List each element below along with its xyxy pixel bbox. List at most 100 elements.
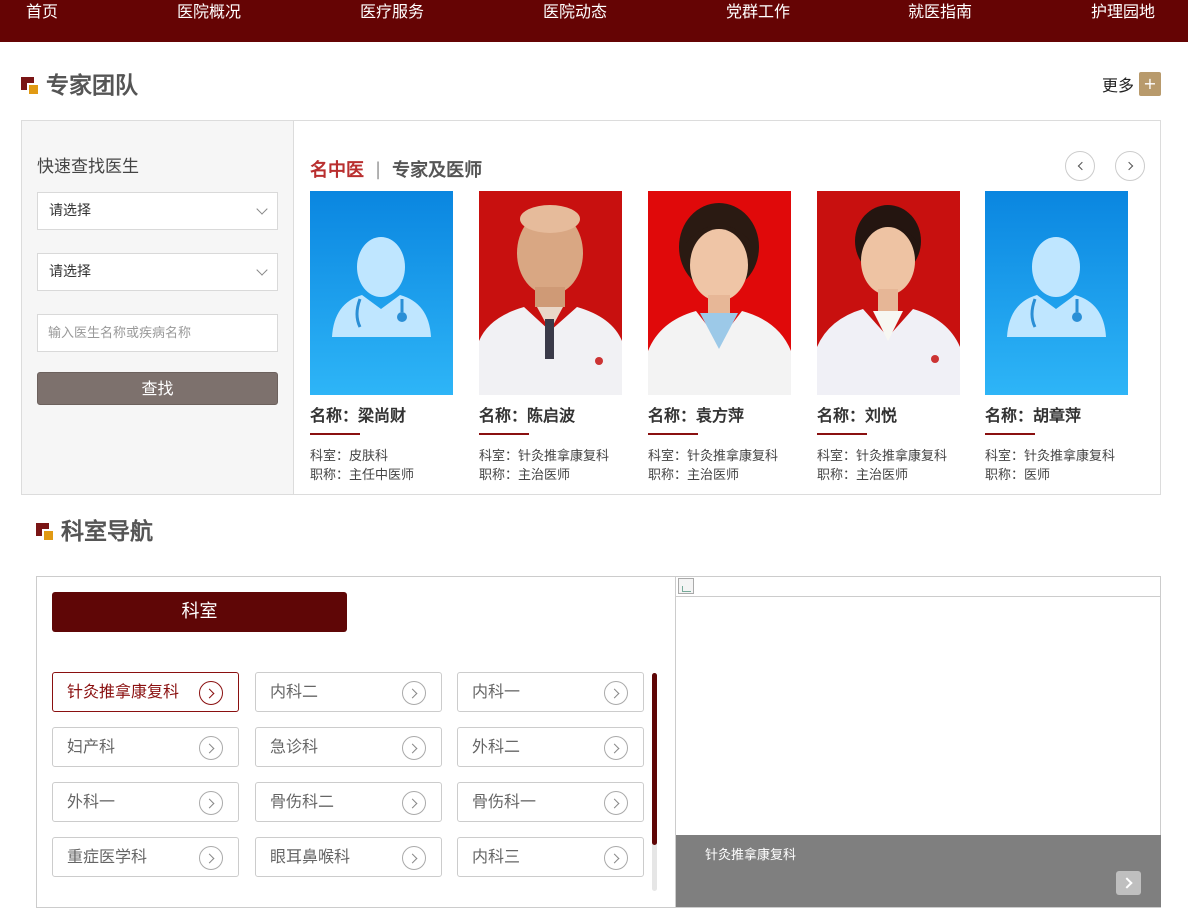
department-label: 重症医学科 [67,847,148,866]
department-label: 内科二 [270,682,319,701]
department-item[interactable]: 眼耳鼻喉科 [255,837,442,877]
department-image [676,577,1161,597]
department-section-header: 科室导航 [36,518,153,546]
doctor-department: 科室：针灸推拿康复科 [648,449,779,464]
doctor-card[interactable]: 名称：梁尚财 科室：皮肤科 职称：主任中医师 [310,191,460,485]
doctor-name: 名称：袁方萍 [648,406,745,425]
chevron-down-icon [256,264,268,276]
chevron-right-icon [402,736,426,760]
more-link[interactable]: 更多 + [1102,72,1161,96]
department-item[interactable]: 内科一 [457,672,644,712]
doctor-card[interactable]: 名称：刘悦 科室：针灸推拿康复科 职称：主治医师 [817,191,967,485]
department-item[interactable]: 骨伤科二 [255,782,442,822]
nav-hospital-overview[interactable]: 医院概况 [177,2,241,22]
department-header: 科室 [52,592,347,632]
tab-experts-physicians[interactable]: 专家及医师 [392,156,482,182]
name-underline [479,433,529,435]
chevron-down-icon [256,203,268,215]
nav-nursing[interactable]: 护理园地 [1091,2,1155,22]
doctor-name: 名称：陈启波 [479,406,576,425]
doctor-department: 科室：针灸推拿康复科 [479,449,610,464]
department-section-title: 科室导航 [61,519,153,545]
search-button[interactable]: 查找 [37,372,278,405]
carousel-next-button[interactable] [1115,151,1145,181]
department-label: 针灸推拿康复科 [67,682,180,701]
department-item[interactable]: 妇产科 [52,727,239,767]
department-scrollbar[interactable] [652,673,657,891]
tab-separator: | [375,158,382,180]
doctor-photo [479,191,622,395]
department-caption: 针灸推拿康复科 [705,848,797,863]
department-item[interactable]: 重症医学科 [52,837,239,877]
department-label: 妇产科 [67,737,116,756]
department-item[interactable]: 针灸推拿康复科 [52,672,239,712]
doctor-card[interactable]: 名称：袁方萍 科室：针灸推拿康复科 职称：主治医师 [648,191,798,485]
chevron-right-icon [1124,161,1134,171]
expert-section-header: 专家团队 [21,72,138,100]
department-label: 急诊科 [270,737,319,756]
department-item[interactable]: 外科一 [52,782,239,822]
section-square-icon [36,522,55,542]
department-label: 骨伤科二 [270,792,335,811]
title-select-value: 请选择 [49,264,91,280]
department-select[interactable]: 请选择 [37,192,278,230]
doctor-title: 职称：医师 [985,468,1051,483]
chevron-right-icon [604,846,628,870]
chevron-right-icon [604,791,628,815]
department-item[interactable]: 内科二 [255,672,442,712]
name-underline [648,433,698,435]
nav-patient-guide[interactable]: 就医指南 [908,2,972,22]
doctor-photo [817,191,960,395]
nav-home[interactable]: 首页 [26,2,58,22]
doctor-placeholder-avatar [310,191,453,395]
doctor-department: 科室：针灸推拿康复科 [985,449,1116,464]
name-underline [310,433,360,435]
title-select[interactable]: 请选择 [37,253,278,291]
department-label: 外科一 [67,792,116,811]
doctor-department: 科室：皮肤科 [310,449,389,464]
name-underline [985,433,1035,435]
department-label: 眼耳鼻喉科 [270,847,351,866]
section-square-icon [21,76,40,96]
department-caption-bar: 针灸推拿康复科 [676,835,1161,907]
chevron-right-icon [199,681,223,705]
chevron-right-icon [199,791,223,815]
department-list-panel: 科室 针灸推拿康复科 内科二 内科一 妇产科 急诊科 外科二 外科一 骨伤科二 … [37,577,676,907]
doctor-title: 职称：主治医师 [648,468,740,483]
doctor-card[interactable]: 名称：陈启波 科室：针灸推拿康复科 职称：主治医师 [479,191,629,485]
department-select-value: 请选择 [49,203,91,219]
department-label: 内科一 [472,682,521,701]
doctor-search-input[interactable] [37,314,278,352]
doctor-placeholder-avatar [985,191,1128,395]
department-panel: 科室 针灸推拿康复科 内科二 内科一 妇产科 急诊科 外科二 外科一 骨伤科二 … [36,576,1161,908]
scrollbar-thumb[interactable] [652,673,657,845]
department-item[interactable]: 急诊科 [255,727,442,767]
chevron-right-icon[interactable] [1116,871,1141,895]
nav-medical-services[interactable]: 医疗服务 [360,2,424,22]
chevron-right-icon [604,681,628,705]
department-preview: 针灸推拿康复科 [676,577,1161,907]
nav-party-work[interactable]: 党群工作 [726,2,790,22]
department-label: 内科三 [472,847,521,866]
plus-icon: + [1139,72,1161,96]
department-label: 外科二 [472,737,521,756]
doctor-photo [648,191,791,395]
broken-image-icon [678,578,694,594]
name-underline [817,433,867,435]
nav-hospital-news[interactable]: 医院动态 [543,2,607,22]
tab-famous-tcm[interactable]: 名中医 [310,156,364,182]
chevron-right-icon [199,736,223,760]
expert-section-title: 专家团队 [46,73,138,99]
department-item[interactable]: 外科二 [457,727,644,767]
chevron-right-icon [402,791,426,815]
department-item[interactable]: 内科三 [457,837,644,877]
carousel-prev-button[interactable] [1065,151,1095,181]
chevron-left-icon [1077,161,1087,171]
finder-title: 快速查找医生 [37,157,139,177]
expert-tabs: 名中医 | 专家及医师 [310,156,482,182]
doctor-card[interactable]: 名称：胡章萍 科室：针灸推拿康复科 职称：医师 [985,191,1135,485]
department-item[interactable]: 骨伤科一 [457,782,644,822]
doctor-finder: 快速查找医生 请选择 请选择 查找 [22,121,294,494]
doctor-title: 职称：主任中医师 [310,468,415,483]
doctor-name: 名称：刘悦 [817,406,898,425]
